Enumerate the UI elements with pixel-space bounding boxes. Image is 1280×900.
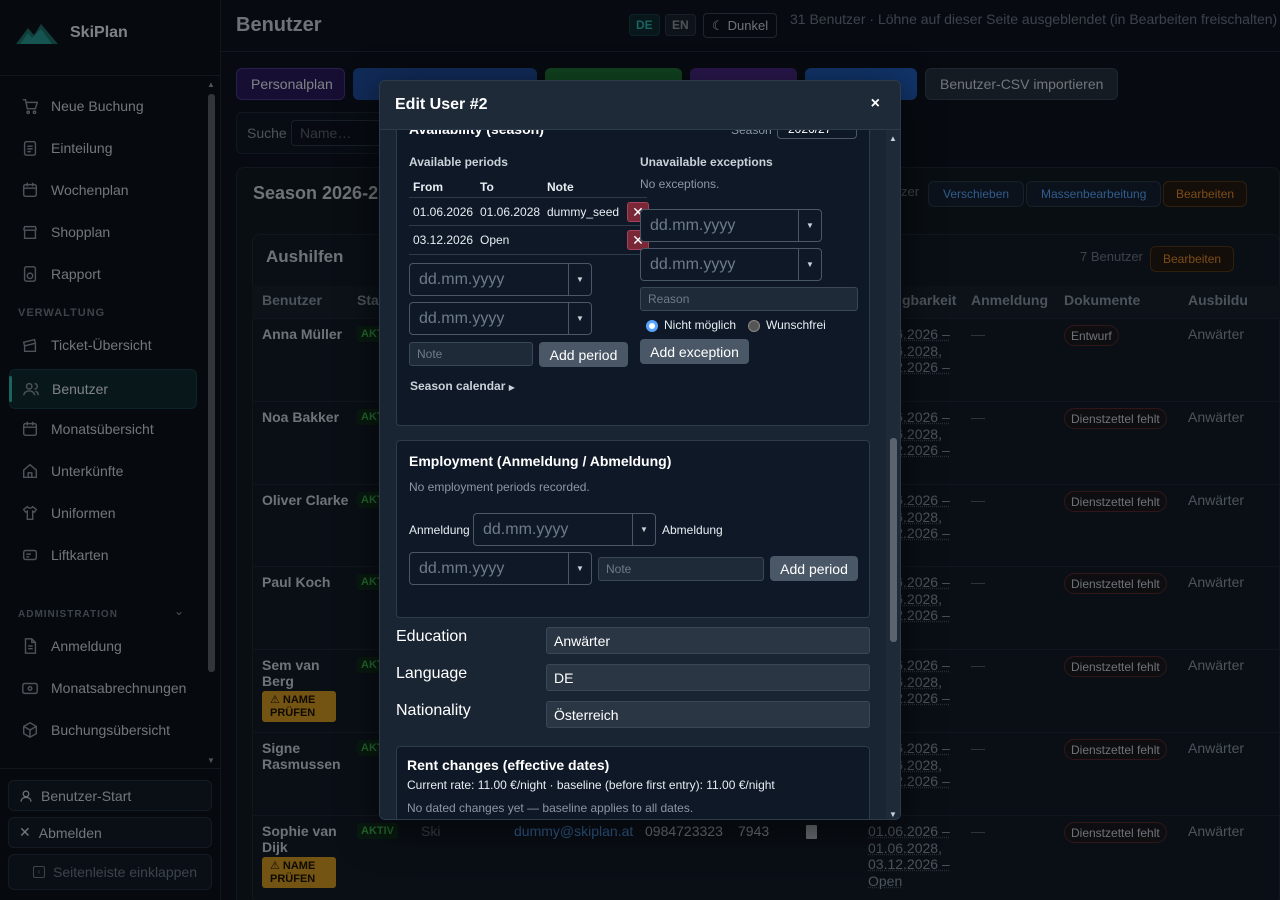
period-to-input[interactable]: dd.mm.yyyy ▼	[409, 302, 592, 335]
season-calendar-label: Season calendar	[410, 379, 506, 393]
chevron-down-icon[interactable]: ▼	[632, 514, 655, 545]
abmeldung-label: Abmeldung	[662, 523, 723, 537]
modal-scrollbar[interactable]: ▲ ▼	[886, 130, 900, 819]
rent-empty-text: No dated changes yet — baseline applies …	[407, 801, 694, 815]
radio-label: Wunschfrei	[766, 318, 826, 332]
chevron-right-icon: ▶	[508, 383, 515, 392]
reason-input[interactable]: Reason	[640, 287, 858, 311]
exception-from-input[interactable]: dd.mm.yyyy ▼	[640, 209, 822, 242]
col-note: Note	[547, 180, 574, 194]
anmeldung-label: Anmeldung	[409, 523, 470, 537]
period-to: Open	[480, 233, 510, 247]
available-periods-title: Available periods	[409, 155, 508, 169]
date-placeholder: dd.mm.yyyy	[419, 559, 505, 577]
period-note-input[interactable]: Note	[409, 342, 533, 366]
divider	[409, 225, 647, 226]
divider	[409, 254, 647, 255]
anmeldung-date-input[interactable]: dd.mm.yyyy ▼	[473, 513, 656, 546]
date-placeholder: dd.mm.yyyy	[650, 255, 736, 273]
chevron-down-icon[interactable]: ▼	[568, 264, 591, 295]
radio-label: Nicht möglich	[664, 318, 737, 332]
abmeldung-date-input[interactable]: dd.mm.yyyy ▼	[409, 552, 592, 585]
modal-title: Edit User #2	[395, 96, 488, 113]
radio-wunschfrei[interactable]	[748, 320, 760, 332]
date-placeholder: dd.mm.yyyy	[419, 309, 505, 327]
employment-empty-text: No employment periods recorded.	[409, 480, 590, 494]
edit-user-modal: Edit User #2 × Availability (season) Sea…	[379, 80, 901, 820]
modal-header: Edit User #2 ×	[380, 81, 900, 130]
rent-panel: Rent changes (effective dates) Current r…	[396, 746, 870, 819]
date-placeholder: dd.mm.yyyy	[650, 216, 736, 234]
chevron-down-icon[interactable]: ▼	[568, 553, 591, 584]
exception-to-input[interactable]: dd.mm.yyyy ▼	[640, 248, 822, 281]
modal-body: Availability (season) Season 2026/27⌄ Av…	[380, 110, 900, 819]
period-to: 01.06.2028	[480, 205, 541, 219]
date-placeholder: dd.mm.yyyy	[419, 270, 505, 288]
nationality-label: Nationality	[396, 702, 471, 719]
scrollbar-thumb[interactable]	[890, 438, 897, 642]
add-exception-button[interactable]: Add exception	[640, 339, 749, 364]
rent-title: Rent changes (effective dates)	[407, 757, 610, 773]
period-note: dummy_seed	[547, 205, 620, 219]
add-period-button[interactable]: Add period	[539, 342, 628, 367]
language-select[interactable]: DE	[546, 664, 870, 691]
add-employment-button[interactable]: Add period	[770, 556, 858, 581]
close-icon[interactable]: ×	[871, 95, 880, 113]
unavailable-title: Unavailable exceptions	[640, 155, 773, 169]
education-select[interactable]: Anwärter	[546, 627, 870, 654]
education-label: Education	[396, 628, 468, 645]
chevron-down-icon[interactable]: ▼	[798, 210, 821, 241]
chevron-down-icon[interactable]: ▼	[568, 303, 591, 334]
radio-nicht-moeglich[interactable]	[646, 320, 658, 332]
nationality-input[interactable]: Österreich	[546, 701, 870, 728]
chevron-down-icon[interactable]: ▼	[798, 249, 821, 280]
no-exceptions-text: No exceptions.	[640, 177, 720, 191]
scroll-down-icon[interactable]: ▼	[889, 810, 897, 819]
employment-title: Employment (Anmeldung / Abmeldung)	[409, 453, 672, 469]
availability-panel: Availability (season) Season 2026/27⌄ Av…	[396, 110, 870, 426]
scroll-up-icon[interactable]: ▲	[889, 134, 897, 143]
employment-panel: Employment (Anmeldung / Abmeldung) No em…	[396, 440, 870, 618]
language-label: Language	[396, 665, 468, 682]
period-from: 03.12.2026	[413, 233, 474, 247]
col-from: From	[413, 180, 443, 194]
period-from: 01.06.2026	[413, 205, 474, 219]
col-to: To	[480, 180, 494, 194]
period-from-input[interactable]: dd.mm.yyyy ▼	[409, 263, 592, 296]
employment-note-input[interactable]: Note	[598, 557, 764, 581]
divider	[409, 197, 647, 198]
rent-current: Current rate: 11.00 €/night · baseline (…	[407, 778, 775, 792]
date-placeholder: dd.mm.yyyy	[483, 520, 569, 538]
season-calendar-toggle[interactable]: Season calendar ▶	[410, 379, 515, 393]
